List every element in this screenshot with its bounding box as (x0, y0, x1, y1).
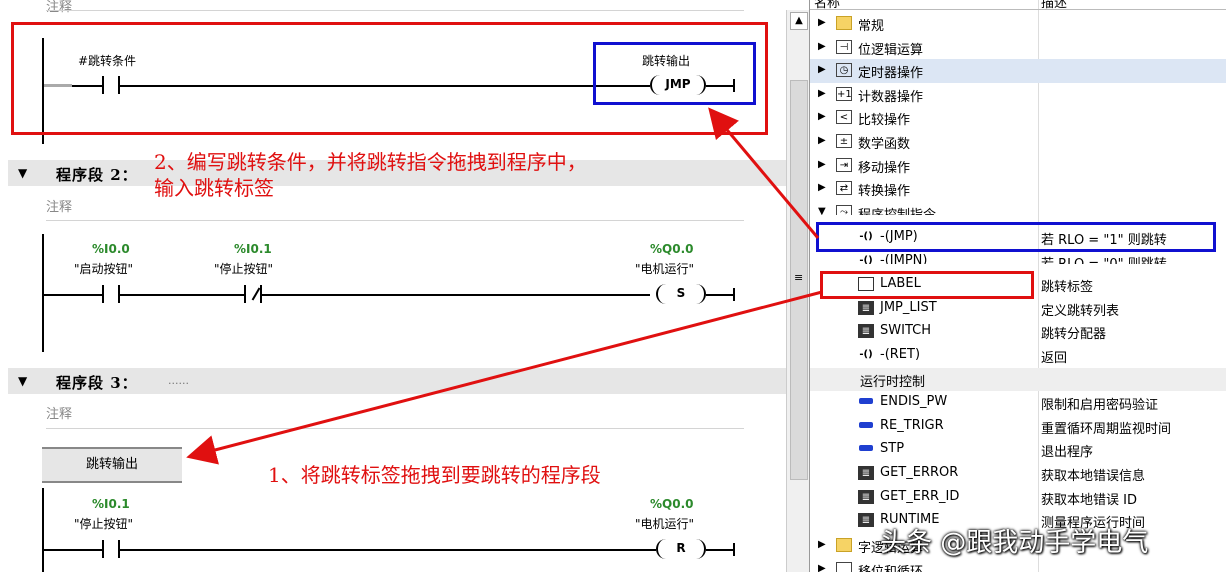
arrow-to-label (186, 290, 823, 465)
annotation-arrows (186, 107, 823, 465)
watermark: 头条 @跟我动手学电气 (880, 528, 1149, 558)
arrow-to-jmp (708, 107, 820, 239)
